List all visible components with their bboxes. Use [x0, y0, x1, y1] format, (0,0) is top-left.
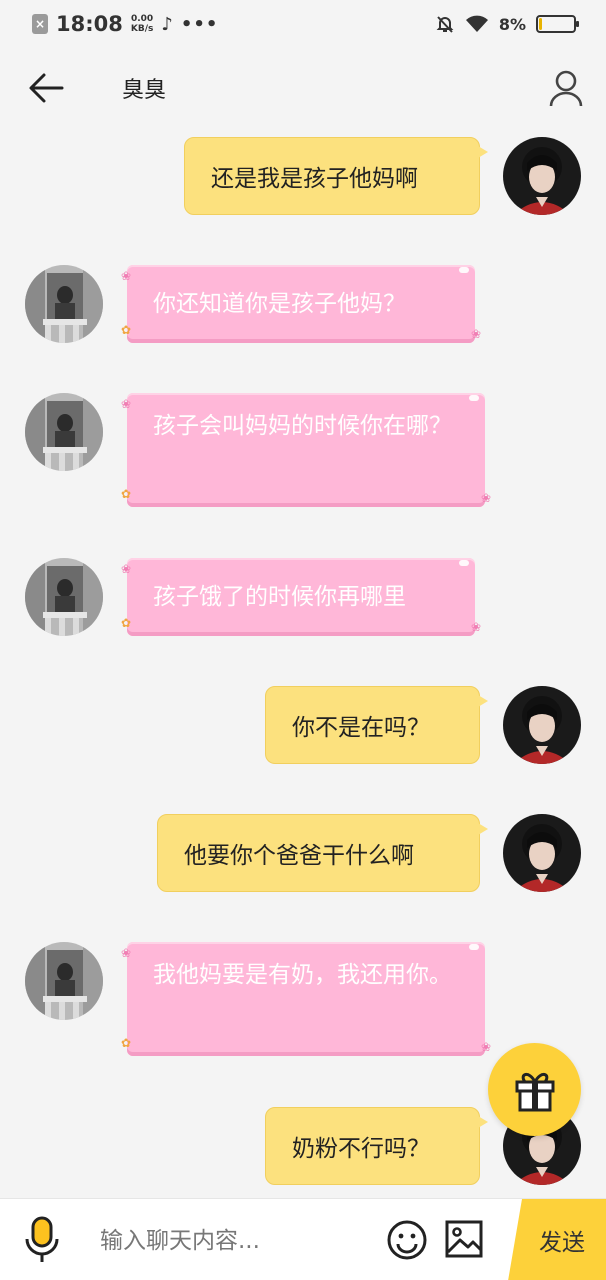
message-bubble-incoming[interactable]: 孩子会叫妈妈的时候你在哪？ ❀ ✿ ❀: [121, 393, 491, 507]
message-bubble-outgoing[interactable]: 奶粉不行吗？: [265, 1107, 488, 1185]
message-text: 孩子会叫妈妈的时候你在哪？: [153, 413, 452, 439]
avatar-contact[interactable]: [25, 942, 103, 1020]
bow-decoration-icon: ❀: [121, 397, 132, 411]
message-bubble-incoming[interactable]: 孩子饿了的时候你再哪里 ❀ ✿ ❀: [121, 558, 481, 636]
avatar-contact[interactable]: [25, 558, 103, 636]
avatar-self[interactable]: [503, 686, 581, 764]
message-text: 你还知道你是孩子他妈？: [153, 291, 406, 317]
cloud-decoration-icon: [459, 560, 469, 566]
bow-decoration-icon: ❀: [121, 946, 132, 960]
message-text: 我他妈要是有奶，我还用你。: [153, 962, 452, 988]
message-bubble-outgoing[interactable]: 你不是在吗？: [265, 686, 488, 764]
gift-icon: [515, 1072, 554, 1111]
sparkle-decoration-icon: ✿: [121, 323, 132, 337]
bow-decoration-icon: ❀: [470, 620, 481, 634]
message-bubble-outgoing[interactable]: 他要你个爸爸干什么啊: [157, 814, 488, 892]
gift-button[interactable]: [488, 1043, 581, 1136]
avatar-self[interactable]: [503, 137, 581, 215]
bow-decoration-icon: ❀: [121, 562, 132, 576]
message-text: 孩子饿了的时候你再哪里: [153, 584, 406, 610]
cloud-decoration-icon: [459, 267, 469, 273]
bow-decoration-icon: ❀: [480, 1040, 491, 1054]
message-bubble-outgoing[interactable]: 还是我是孩子他妈啊: [184, 137, 488, 215]
microphone-icon[interactable]: [22, 1215, 62, 1265]
bow-decoration-icon: ❀: [470, 327, 481, 341]
message-bubble-incoming[interactable]: 我他妈要是有奶，我还用你。 ❀ ✿ ❀: [121, 942, 491, 1056]
emoji-icon[interactable]: [386, 1219, 428, 1261]
image-icon[interactable]: [444, 1219, 484, 1259]
sparkle-decoration-icon: ✿: [121, 616, 132, 630]
chat-message-list[interactable]: 还是我是孩子他妈啊 你还知道你是孩子他妈？ ❀ ✿ ❀ 孩子会叫妈妈的时候你在哪…: [0, 0, 606, 1198]
avatar-contact[interactable]: [25, 393, 103, 471]
cloud-decoration-icon: [469, 944, 479, 950]
send-button[interactable]: 发送: [508, 1199, 606, 1280]
bow-decoration-icon: ❀: [121, 269, 132, 283]
message-input-bar: 发送: [0, 1198, 606, 1280]
sparkle-decoration-icon: ✿: [121, 1036, 132, 1050]
message-bubble-incoming[interactable]: 你还知道你是孩子他妈？ ❀ ✿ ❀: [121, 265, 481, 343]
cloud-decoration-icon: [469, 395, 479, 401]
bow-decoration-icon: ❀: [480, 491, 491, 505]
avatar-contact[interactable]: [25, 265, 103, 343]
sparkle-decoration-icon: ✿: [121, 487, 132, 501]
message-input[interactable]: [100, 1221, 370, 1261]
avatar-self[interactable]: [503, 814, 581, 892]
